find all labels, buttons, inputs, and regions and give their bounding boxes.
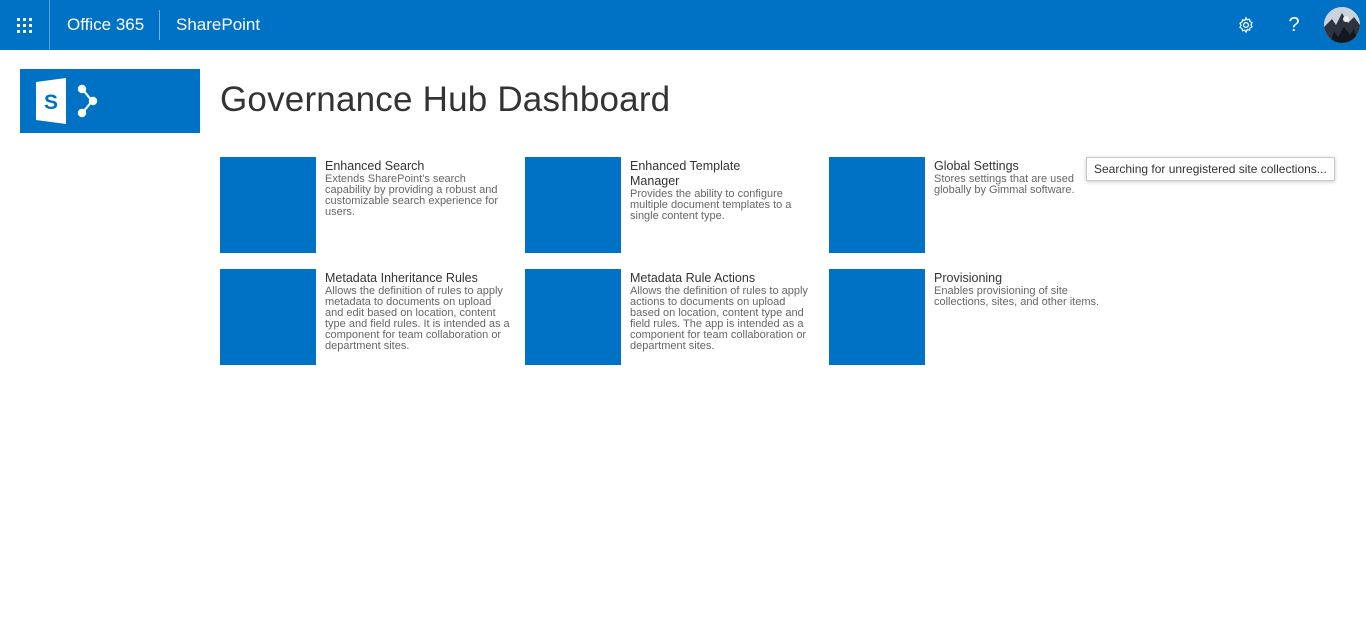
tile-title: Enhanced Search — [325, 159, 425, 173]
tile-metadata-inheritance-rules[interactable]: Metadata Inheritance Rules Allows the de… — [220, 269, 520, 365]
brand-divider — [159, 10, 160, 40]
tile-image — [525, 269, 621, 365]
tile-description: Stores settings that are used globally b… — [934, 173, 1075, 196]
tile-description: Extends SharePoint's search capability b… — [325, 173, 499, 218]
user-avatar[interactable] — [1324, 7, 1360, 43]
tile-title: Provisioning — [934, 271, 1003, 285]
help-icon: ? — [1288, 13, 1300, 36]
tile-title: Metadata Rule Actions — [630, 271, 756, 285]
tile-image — [525, 157, 621, 253]
tile-description: Provides the ability to configure multip… — [630, 188, 792, 222]
app-launcher-button[interactable] — [0, 0, 50, 50]
tile-description: Enables provisioning of site collections… — [934, 285, 1100, 308]
sharepoint-logo-icon: S — [36, 78, 98, 124]
tile-description: Allows the definition of rules to apply … — [630, 285, 808, 352]
logo-letter: S — [44, 91, 58, 114]
page-title: Governance Hub Dashboard — [220, 80, 671, 119]
tile-title: Enhanced Template Manager — [630, 159, 741, 188]
avatar-image — [1324, 7, 1360, 43]
tile-image — [220, 157, 316, 253]
app-launcher-icon — [17, 17, 32, 33]
suite-bar: Office 365 SharePoint ? — [0, 0, 1366, 50]
tile-description: Allows the definition of rules to apply … — [325, 285, 510, 352]
office365-brand-link[interactable]: Office 365 — [67, 0, 144, 50]
tile-enhanced-template-manager[interactable]: Enhanced Template Manager Provides the a… — [525, 157, 825, 253]
help-button[interactable]: ? — [1270, 0, 1318, 50]
tile-image — [220, 269, 316, 365]
gear-icon — [1239, 16, 1253, 34]
tile-provisioning[interactable]: Provisioning Enables provisioning of sit… — [829, 269, 1129, 365]
settings-button[interactable] — [1222, 0, 1270, 50]
site-logo[interactable]: S — [20, 69, 200, 133]
status-tooltip: Searching for unregistered site collecti… — [1086, 157, 1335, 181]
tile-metadata-rule-actions[interactable]: Metadata Rule Actions Allows the definit… — [525, 269, 825, 365]
tile-title: Metadata Inheritance Rules — [325, 271, 478, 285]
tile-global-settings[interactable]: Global Settings Stores settings that are… — [829, 157, 1129, 253]
tile-image — [829, 269, 925, 365]
tile-enhanced-search[interactable]: Enhanced Search Extends SharePoint's sea… — [220, 157, 520, 253]
sharepoint-app-link[interactable]: SharePoint — [176, 0, 260, 50]
tile-image — [829, 157, 925, 253]
